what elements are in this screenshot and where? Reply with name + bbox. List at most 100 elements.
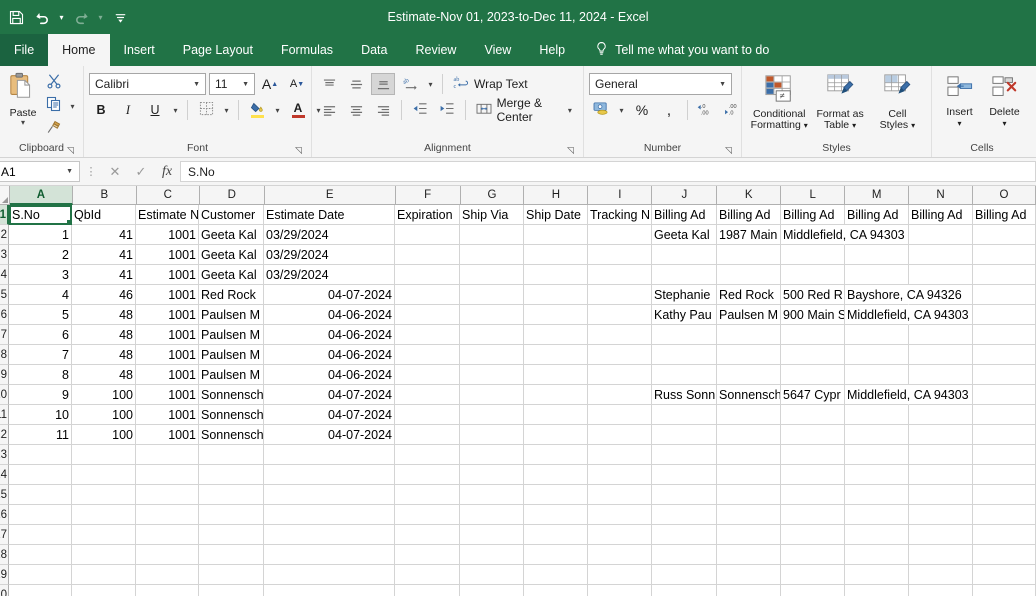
cell-H20[interactable]: [524, 585, 588, 596]
cell-C17[interactable]: [136, 525, 199, 545]
cell-J3[interactable]: [652, 245, 717, 265]
row-header-10[interactable]: 10: [0, 385, 9, 405]
cell-O15[interactable]: [973, 485, 1036, 505]
cell-H6[interactable]: [524, 305, 588, 325]
row-header-13[interactable]: 13: [0, 445, 9, 465]
underline-button[interactable]: U: [143, 99, 167, 121]
cut-button[interactable]: [41, 72, 67, 94]
cell-G13[interactable]: [460, 445, 524, 465]
conditional-formatting-button[interactable]: ≠ Conditional Formatting ▾: [747, 71, 811, 132]
cell-M14[interactable]: [845, 465, 909, 485]
cell-E6[interactable]: 04-06-2024: [264, 305, 395, 325]
cell-B7[interactable]: 48: [72, 325, 136, 345]
cell-A4[interactable]: 3: [9, 265, 72, 285]
cell-D15[interactable]: [199, 485, 264, 505]
cell-K13[interactable]: [717, 445, 781, 465]
cell-N18[interactable]: [909, 545, 973, 565]
cell-F20[interactable]: [395, 585, 460, 596]
cell-I3[interactable]: [588, 245, 652, 265]
cell-O11[interactable]: [973, 405, 1036, 425]
cell-G4[interactable]: [460, 265, 524, 285]
cell-H1[interactable]: Ship Date: [524, 205, 588, 225]
cell-L5[interactable]: 500 Red R: [781, 285, 845, 305]
cell-H2[interactable]: [524, 225, 588, 245]
cell-O1[interactable]: Billing Ad: [973, 205, 1036, 225]
cell-H18[interactable]: [524, 545, 588, 565]
cell-O19[interactable]: [973, 565, 1036, 585]
cell-F11[interactable]: [395, 405, 460, 425]
accounting-format-button[interactable]: [589, 99, 613, 121]
cell-O7[interactable]: [973, 325, 1036, 345]
cell-A14[interactable]: [9, 465, 72, 485]
cell-E7[interactable]: 04-06-2024: [264, 325, 395, 345]
orientation-caret-icon[interactable]: ▾: [425, 80, 436, 89]
cell-G5[interactable]: [460, 285, 524, 305]
increase-decimal-button[interactable]: .0.00: [694, 99, 718, 121]
cell-H4[interactable]: [524, 265, 588, 285]
cell-O9[interactable]: [973, 365, 1036, 385]
cell-J14[interactable]: [652, 465, 717, 485]
cell-I10[interactable]: [588, 385, 652, 405]
cell-G9[interactable]: [460, 365, 524, 385]
increase-indent-button[interactable]: [435, 99, 459, 121]
cell-H16[interactable]: [524, 505, 588, 525]
cell-C9[interactable]: 1001: [136, 365, 199, 385]
align-top-button[interactable]: [317, 73, 341, 95]
cell-O16[interactable]: [973, 505, 1036, 525]
cell-N19[interactable]: [909, 565, 973, 585]
cell-G17[interactable]: [460, 525, 524, 545]
cell-O4[interactable]: [973, 265, 1036, 285]
cell-A5[interactable]: 4: [9, 285, 72, 305]
cell-B12[interactable]: 100: [72, 425, 136, 445]
cell-K16[interactable]: [717, 505, 781, 525]
cell-N7[interactable]: [909, 325, 973, 345]
cell-A6[interactable]: 5: [9, 305, 72, 325]
cell-I18[interactable]: [588, 545, 652, 565]
cell-H14[interactable]: [524, 465, 588, 485]
cell-C10[interactable]: 1001: [136, 385, 199, 405]
cell-I4[interactable]: [588, 265, 652, 285]
cell-J2[interactable]: Geeta Kal: [652, 225, 717, 245]
cell-E20[interactable]: [264, 585, 395, 596]
row-header-3[interactable]: 3: [0, 245, 9, 265]
cell-B10[interactable]: 100: [72, 385, 136, 405]
cell-I12[interactable]: [588, 425, 652, 445]
cell-H10[interactable]: [524, 385, 588, 405]
cell-B5[interactable]: 46: [72, 285, 136, 305]
cell-C20[interactable]: [136, 585, 199, 596]
bold-button[interactable]: B: [89, 99, 113, 121]
cell-E18[interactable]: [264, 545, 395, 565]
cell-B14[interactable]: [72, 465, 136, 485]
cell-K11[interactable]: [717, 405, 781, 425]
cell-L17[interactable]: [781, 525, 845, 545]
cell-K12[interactable]: [717, 425, 781, 445]
cell-A20[interactable]: [9, 585, 72, 596]
row-header-19[interactable]: 19: [0, 565, 9, 585]
column-header-m[interactable]: M: [845, 186, 910, 205]
number-dialog-launcher[interactable]: ◹: [723, 145, 734, 156]
cell-E19[interactable]: [264, 565, 395, 585]
delete-cells-button[interactable]: Delete ▾: [982, 73, 1027, 130]
cell-K18[interactable]: [717, 545, 781, 565]
cell-J6[interactable]: Kathy Pau: [652, 305, 717, 325]
cell-M16[interactable]: [845, 505, 909, 525]
cell-C19[interactable]: [136, 565, 199, 585]
cell-G3[interactable]: [460, 245, 524, 265]
column-header-e[interactable]: E: [264, 186, 396, 205]
cell-L11[interactable]: [781, 405, 845, 425]
cell-C16[interactable]: [136, 505, 199, 525]
underline-caret-icon[interactable]: ▾: [170, 106, 181, 115]
cell-F4[interactable]: [395, 265, 460, 285]
cell-K1[interactable]: Billing Ad: [717, 205, 781, 225]
increase-font-size-button[interactable]: A ▲: [258, 73, 282, 95]
cell-K6[interactable]: Paulsen M: [717, 305, 781, 325]
cell-B1[interactable]: QbId: [72, 205, 136, 225]
align-left-button[interactable]: [317, 99, 341, 121]
orientation-button[interactable]: ab: [398, 73, 422, 95]
cell-A12[interactable]: 11: [9, 425, 72, 445]
row-header-9[interactable]: 9: [0, 365, 9, 385]
cell-I17[interactable]: [588, 525, 652, 545]
cell-C1[interactable]: Estimate N: [136, 205, 199, 225]
cell-K8[interactable]: [717, 345, 781, 365]
cell-N15[interactable]: [909, 485, 973, 505]
